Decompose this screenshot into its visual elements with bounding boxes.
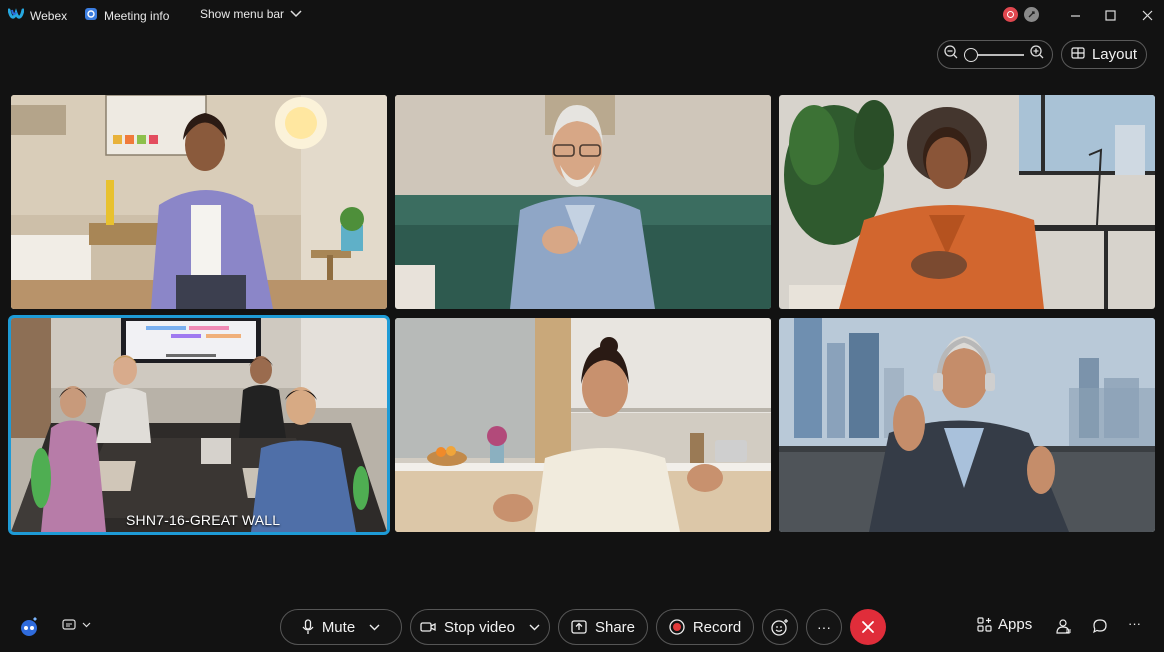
close-window-button[interactable] xyxy=(1137,5,1157,25)
meeting-info-button[interactable]: Meeting info xyxy=(84,7,169,24)
captions-button[interactable] xyxy=(62,619,91,631)
captions-icon xyxy=(62,619,76,630)
apps-button[interactable]: Apps xyxy=(977,616,1032,633)
participants-icon xyxy=(1056,619,1071,634)
recording-status-icon xyxy=(1003,7,1018,22)
layout-label: Layout xyxy=(1091,46,1138,63)
participants-button[interactable] xyxy=(1056,618,1072,639)
chevron-down-icon xyxy=(82,622,91,628)
layout-button[interactable]: Layout xyxy=(1061,40,1147,69)
apps-grid-icon xyxy=(977,617,992,632)
webex-assistant-icon[interactable] xyxy=(18,616,40,643)
stop-video-button[interactable]: Stop video xyxy=(410,609,550,645)
zoom-in-icon[interactable] xyxy=(1030,45,1044,64)
video-tile-6[interactable] xyxy=(779,318,1155,532)
layout-grid-icon xyxy=(1071,46,1085,63)
mute-label: Mute xyxy=(321,618,356,636)
video-tile-5[interactable] xyxy=(395,318,771,532)
more-panels-icon: ··· xyxy=(1128,616,1141,631)
minimize-icon xyxy=(1070,14,1080,17)
smiley-add-icon xyxy=(771,619,788,636)
video-camera-icon xyxy=(420,622,436,632)
meeting-controls-bar: Mute Stop video Share Record ··· Apps ··… xyxy=(0,606,1164,648)
close-icon xyxy=(1142,10,1152,20)
chat-button[interactable] xyxy=(1092,618,1108,639)
more-options-icon: ··· xyxy=(817,619,831,635)
record-button[interactable]: Record xyxy=(656,609,754,645)
participant-name-label: SHN7-16-GREAT WALL xyxy=(126,512,281,528)
app-brand: Webex xyxy=(7,7,68,24)
zoom-slider-handle[interactable] xyxy=(964,47,978,62)
reactions-button[interactable] xyxy=(762,609,798,645)
show-menu-bar-button[interactable]: Show menu bar xyxy=(200,7,302,21)
meeting-info-label: Meeting info xyxy=(104,8,170,23)
zoom-slider[interactable] xyxy=(964,47,1024,62)
share-button[interactable]: Share xyxy=(558,609,648,645)
record-icon xyxy=(669,619,685,635)
record-label: Record xyxy=(692,618,742,636)
chat-bubble-icon xyxy=(1093,619,1107,634)
chevron-down-icon[interactable] xyxy=(529,624,540,631)
participant-video xyxy=(779,318,1155,532)
chevron-down-icon xyxy=(290,7,302,21)
connection-status-icon xyxy=(1024,7,1039,22)
maximize-icon xyxy=(1104,9,1116,21)
close-icon xyxy=(862,621,874,633)
apps-label: Apps xyxy=(998,616,1033,633)
video-tile-3[interactable] xyxy=(779,95,1155,309)
video-tile-2[interactable] xyxy=(395,95,771,309)
zoom-out-icon[interactable] xyxy=(944,45,958,64)
more-panels-button[interactable]: ··· xyxy=(1128,616,1141,631)
mute-button[interactable]: Mute xyxy=(280,609,402,645)
share-screen-icon xyxy=(571,620,587,634)
share-label: Share xyxy=(594,618,636,636)
more-options-button[interactable]: ··· xyxy=(806,609,842,645)
participant-video xyxy=(779,95,1155,309)
video-tile-1[interactable] xyxy=(11,95,387,309)
show-menu-bar-label: Show menu bar xyxy=(200,7,285,21)
participant-video xyxy=(11,318,387,532)
participant-video xyxy=(395,318,771,532)
participant-video xyxy=(11,95,387,309)
app-name: Webex xyxy=(30,8,68,23)
zoom-control xyxy=(937,40,1053,69)
stop-video-label: Stop video xyxy=(444,618,515,636)
video-tile-4[interactable]: SHN7-16-GREAT WALL xyxy=(8,315,390,535)
meeting-info-icon xyxy=(84,7,98,24)
webex-logo-icon xyxy=(7,7,25,24)
maximize-button[interactable] xyxy=(1100,5,1120,25)
end-call-button[interactable] xyxy=(850,609,886,645)
participant-video xyxy=(395,95,771,309)
chevron-down-icon[interactable] xyxy=(369,624,380,631)
title-bar: Webex Meeting info Show menu bar xyxy=(0,0,1164,30)
status-indicators xyxy=(1003,7,1039,22)
minimize-button[interactable] xyxy=(1065,5,1085,25)
microphone-icon xyxy=(302,619,314,634)
